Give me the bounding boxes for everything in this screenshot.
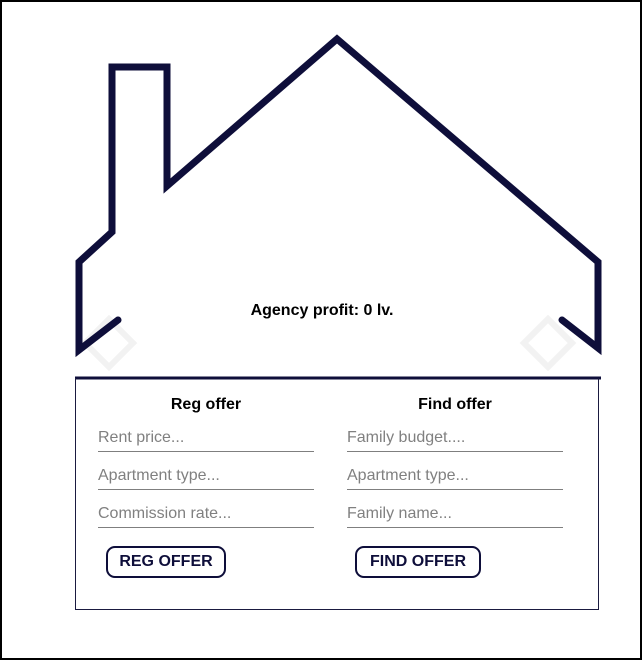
family-budget-input[interactable] (347, 426, 563, 452)
find-offer-button[interactable]: FIND OFFER (355, 546, 481, 578)
rent-price-input[interactable] (98, 426, 314, 452)
commission-rate-input[interactable] (98, 502, 314, 528)
family-name-input[interactable] (347, 502, 563, 528)
find-offer-title: Find offer (418, 396, 492, 413)
find-apartment-type-input[interactable] (347, 464, 563, 490)
reg-apartment-type-input[interactable] (98, 464, 314, 490)
agency-profit-label: Agency profit: 0 lv. (250, 302, 394, 319)
reg-offer-button[interactable]: REG OFFER (106, 546, 226, 578)
offers-panel: Reg offer REG OFFER Find offer FIND OFFE… (75, 378, 599, 610)
reg-offer-title: Reg offer (170, 396, 242, 413)
